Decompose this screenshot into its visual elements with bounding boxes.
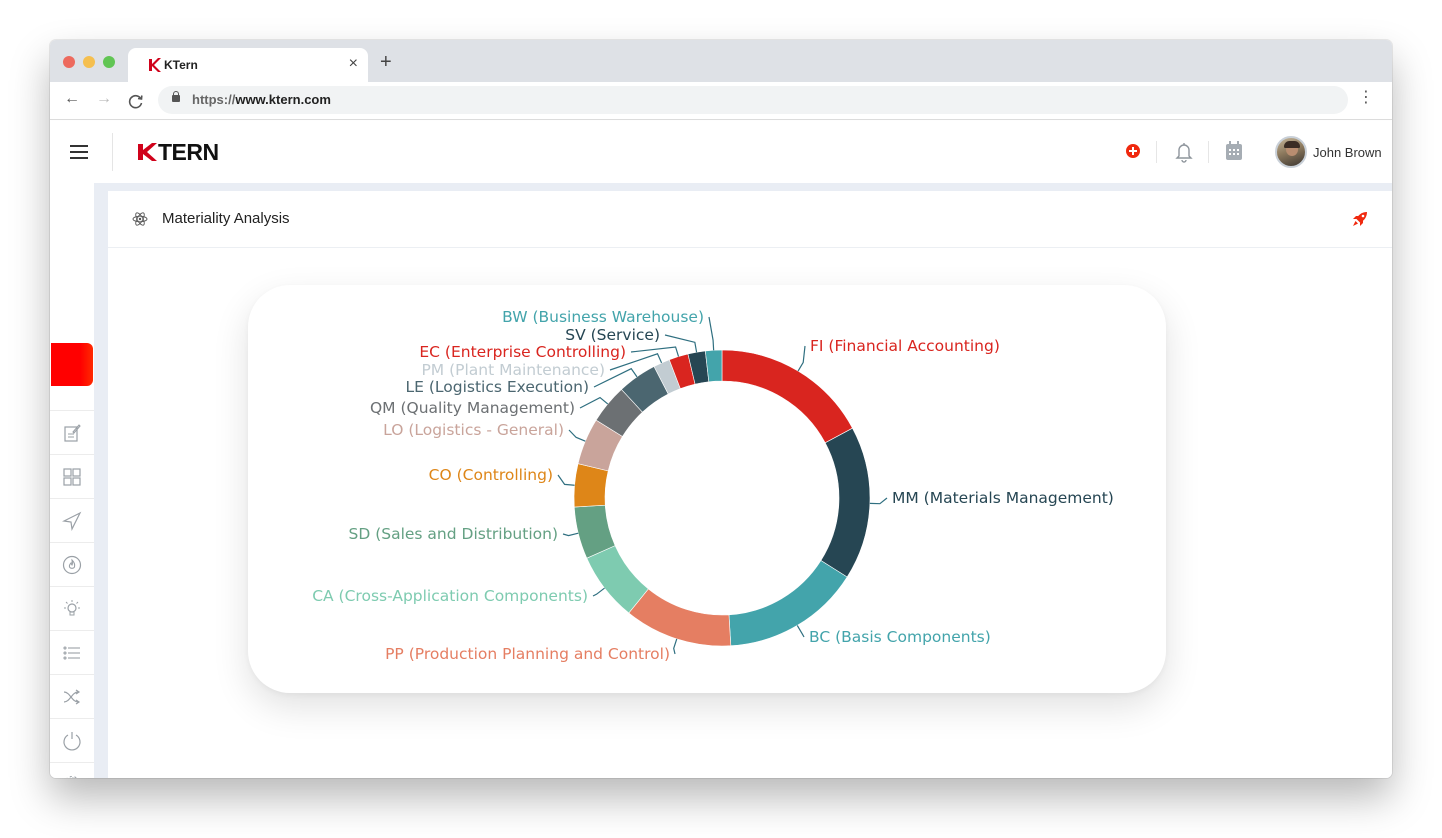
- new-tab-button[interactable]: +: [380, 51, 392, 74]
- browser-menu-icon[interactable]: ⋮: [1358, 90, 1374, 106]
- leader-line: [562, 532, 579, 537]
- leader-line: [664, 334, 698, 353]
- bell-icon[interactable]: [1174, 141, 1194, 163]
- menu-icon[interactable]: [70, 145, 88, 159]
- slice-label: EC (Enterprise Controlling): [419, 343, 626, 361]
- sidebar: [50, 183, 94, 778]
- sidebar-item-shuffle[interactable]: [50, 674, 94, 718]
- main-content: Materiality Analysis FI (Financial Accou…: [108, 191, 1392, 778]
- url-input[interactable]: https://www.ktern.com: [158, 86, 1348, 114]
- header-divider: [112, 133, 113, 171]
- leader-line: [557, 474, 575, 486]
- chart-card: FI (Financial Accounting) MM (Materials M…: [248, 285, 1166, 693]
- user-name[interactable]: John Brown: [1313, 145, 1382, 160]
- ktern-k-icon: [138, 143, 157, 161]
- slice-label: FI (Financial Accounting): [810, 337, 1000, 355]
- avatar[interactable]: [1275, 136, 1307, 168]
- slice-label: LO (Logistics - General): [383, 421, 564, 439]
- slice-label: CA (Cross-Application Components): [312, 587, 588, 605]
- forward-button[interactable]: →: [96, 90, 112, 108]
- ktern-favicon-icon: [149, 58, 161, 72]
- sidebar-active-item[interactable]: [51, 343, 93, 386]
- lightbulb-icon: [64, 599, 80, 615]
- sidebar-item-flame[interactable]: [50, 542, 94, 586]
- gear-icon: [66, 776, 78, 778]
- sidebar-item-edit[interactable]: [50, 410, 94, 454]
- edit-note-icon: [64, 423, 81, 442]
- leader-line: [568, 429, 586, 442]
- header-separator: [1208, 141, 1209, 163]
- slice-label: SV (Service): [565, 326, 660, 344]
- donut-slice[interactable]: [721, 349, 853, 444]
- sidebar-item-dashboard[interactable]: [50, 454, 94, 498]
- grid-icon: [63, 467, 81, 486]
- brand-text: TERN: [158, 138, 219, 165]
- slice-label: CO (Controlling): [429, 466, 553, 484]
- sidebar-item-ideas[interactable]: [50, 586, 94, 630]
- leader-line: [797, 345, 806, 372]
- sidebar-item-power[interactable]: [50, 718, 94, 762]
- rocket-icon[interactable]: [1352, 211, 1368, 227]
- shuffle-icon: [63, 689, 81, 704]
- leader-line: [869, 497, 888, 505]
- browser-window: KTern × + ← → https://www.ktern.com ⋮ TE…: [50, 40, 1392, 778]
- leader-line: [796, 625, 805, 638]
- slice-label: BC (Basis Components): [809, 628, 991, 646]
- donut-chart: FI (Financial Accounting) MM (Materials M…: [312, 308, 1114, 663]
- atom-icon: [132, 212, 148, 226]
- leader-line: [592, 587, 605, 597]
- reload-icon[interactable]: [128, 93, 144, 109]
- address-bar: ← → https://www.ktern.com ⋮: [50, 82, 1392, 120]
- flame-icon: [62, 555, 82, 574]
- leader-line: [673, 638, 678, 655]
- slice-label: PP (Production Planning and Control): [385, 645, 670, 663]
- power-icon: [63, 731, 81, 751]
- donut-slice[interactable]: [573, 463, 609, 508]
- tab-close-icon[interactable]: ×: [349, 55, 358, 73]
- sidebar-item-settings[interactable]: [50, 762, 94, 778]
- tab-bar: KTern × +: [50, 40, 1392, 82]
- tab-title: KTern: [164, 58, 198, 72]
- send-icon: [62, 511, 82, 531]
- minimize-window-button[interactable]: [83, 56, 95, 68]
- leader-line: [579, 396, 609, 409]
- slice-label: PM (Plant Maintenance): [421, 361, 605, 379]
- donut-slice[interactable]: [820, 427, 871, 578]
- slice-label: QM (Quality Management): [370, 399, 575, 417]
- slice-label: LE (Logistics Execution): [406, 378, 590, 396]
- slice-label: MM (Materials Management): [892, 489, 1114, 507]
- add-circle-icon[interactable]: [1126, 144, 1140, 158]
- url-protocol: https://: [192, 92, 236, 107]
- close-window-button[interactable]: [63, 56, 75, 68]
- sidebar-item-list[interactable]: [50, 630, 94, 674]
- app-header: TERN John Brown: [50, 121, 1392, 183]
- url-host: www.ktern.com: [235, 92, 331, 107]
- page-title: Materiality Analysis: [162, 210, 290, 227]
- header-separator: [1156, 141, 1157, 163]
- donut-slice[interactable]: [628, 588, 732, 647]
- sidebar-item-send[interactable]: [50, 498, 94, 542]
- calendar-icon[interactable]: [1224, 140, 1244, 162]
- slice-label: BW (Business Warehouse): [502, 308, 704, 326]
- browser-tab[interactable]: KTern ×: [128, 48, 368, 82]
- page-header: Materiality Analysis: [108, 191, 1392, 248]
- slice-label: SD (Sales and Distribution): [349, 525, 559, 543]
- list-icon: [63, 645, 80, 660]
- brand-logo[interactable]: TERN: [138, 139, 219, 165]
- lock-icon: [172, 91, 180, 102]
- back-button[interactable]: ←: [64, 90, 80, 108]
- leader-line: [708, 316, 715, 351]
- maximize-window-button[interactable]: [103, 56, 115, 68]
